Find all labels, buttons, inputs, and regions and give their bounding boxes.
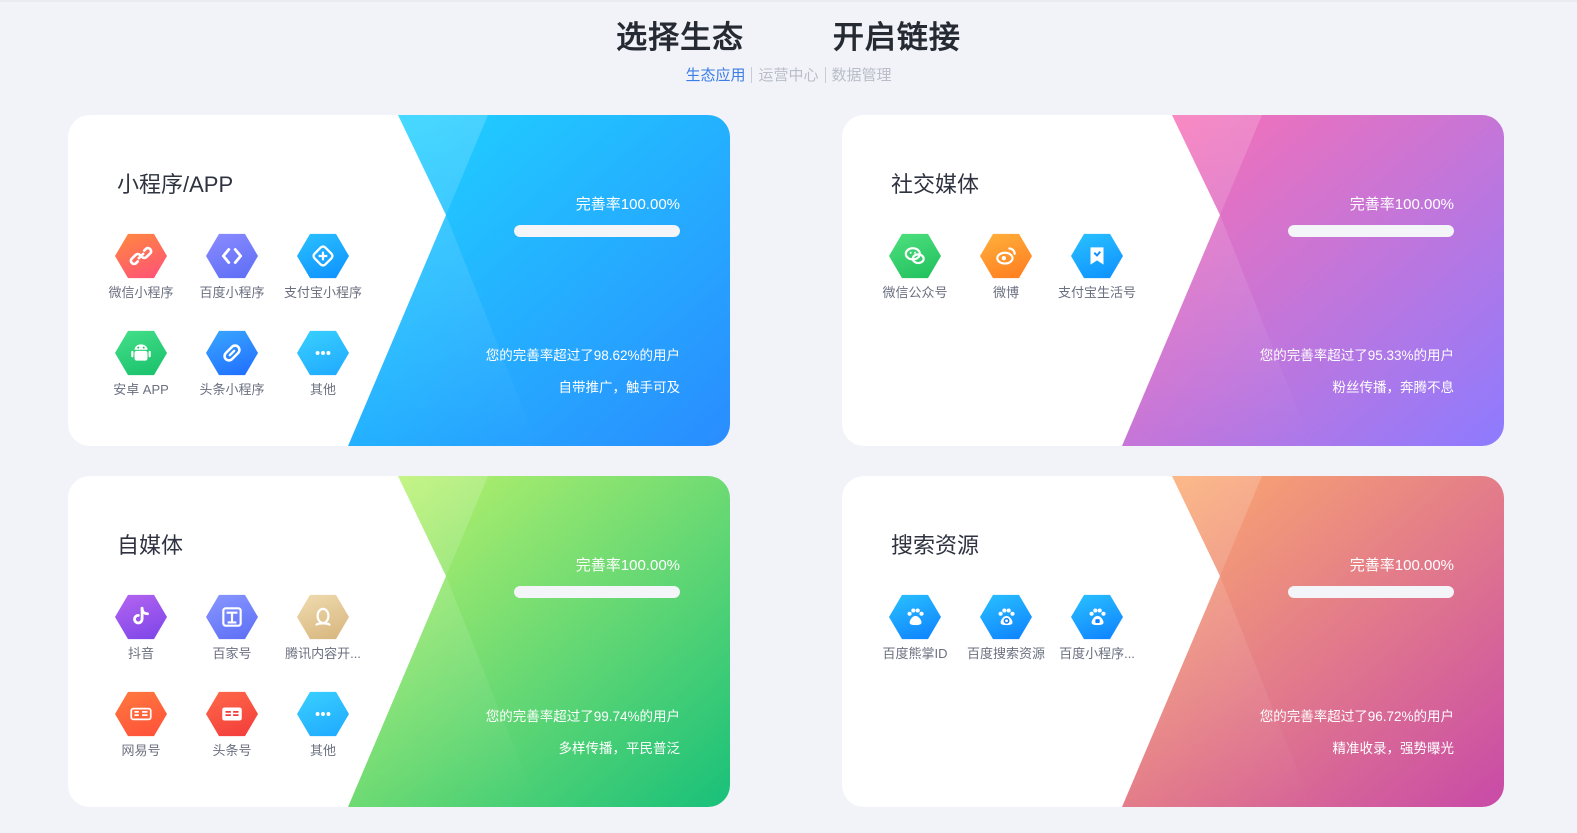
card-mini-program[interactable]: 小程序/APP 微信小程序 百度小程序 支付宝小程序安卓 APP 头条小程序 其他 完善率1… [68,115,730,446]
app-item[interactable]: 百度搜索资源 [962,594,1050,662]
app-item[interactable]: 网易号 [97,691,185,759]
completion-progress-bar [1288,586,1454,598]
progress-fill [514,225,680,237]
app-label: 支付宝生活号 [1057,285,1136,300]
more-icon [297,330,349,376]
app-label: 支付宝小程序 [283,285,362,300]
app-label: 微信小程序 [108,285,174,300]
app-label: 腾讯内容开... [285,646,361,661]
app-label: 网易号 [121,743,161,758]
penguin-icon [297,594,349,640]
card-self-media[interactable]: 自媒体抖音 百家号 腾讯内容开... 网易号 头条号 其他 完善率100.00% 您的完善率超… [68,476,730,807]
app-item[interactable]: 支付宝生活号 [1053,233,1141,301]
weibo-icon [980,233,1032,279]
completion-progress-bar [1288,225,1454,237]
app-item[interactable]: 头条小程序 [188,330,276,398]
app-label: 头条号 [212,743,252,758]
chain-icon [206,330,258,376]
app-item[interactable]: 抖音 [97,594,185,662]
netease-icon [115,691,167,737]
app-label: 头条小程序 [199,382,265,397]
card-search-resource[interactable]: 搜索资源百度熊掌ID 百度搜索资源 百度小程序... 完善率100.00% 您的完善率超… [842,476,1504,807]
progress-fill [514,586,680,598]
card-title: 自媒体 [117,533,184,558]
top-border [0,0,1577,2]
tiktok-icon [115,594,167,640]
app-label: 微信公众号 [882,285,948,300]
progress-fill [1288,586,1454,598]
paw-search-icon [980,594,1032,640]
app-item[interactable]: 百度小程序 [188,233,276,301]
completion-rate: 完善率100.00% [1349,196,1454,213]
link-icon [115,233,167,279]
baijia-icon [206,594,258,640]
toutiao-icon [206,691,258,737]
app-label: 百度小程序 [199,285,265,300]
completion-progress-bar [514,586,680,598]
app-item[interactable]: 微信小程序 [97,233,185,301]
app-item[interactable]: 百家号 [188,594,276,662]
app-item[interactable]: 微信公众号 [871,233,959,301]
card-title: 社交媒体 [891,172,980,197]
tab-0[interactable]: 生态应用 [679,66,751,86]
app-item[interactable]: 百度熊掌ID [871,594,959,662]
app-item[interactable]: 微博 [962,233,1050,301]
app-item[interactable]: 安卓 APP [97,330,185,398]
slogan-text: 粉丝传播，奔腾不息 [1332,380,1455,395]
code-icon [206,233,258,279]
completion-rate: 完善率100.00% [575,196,680,213]
wechat-icon [889,233,941,279]
app-label: 抖音 [127,646,154,661]
ranking-text: 您的完善率超过了96.72%的用户 [1259,709,1454,724]
app-label: 安卓 APP [113,382,169,397]
card-title: 小程序/APP [117,172,234,197]
app-item[interactable]: 腾讯内容开... [279,594,367,662]
app-label: 百度小程序... [1059,646,1135,661]
ranking-text: 您的完善率超过了99.74%的用户 [485,709,680,724]
card-title: 搜索资源 [891,533,980,558]
bookmark-icon [1071,233,1123,279]
slogan-text: 精准收录，强势曝光 [1332,741,1455,756]
ranking-text: 您的完善率超过了95.33%的用户 [1259,348,1454,363]
tab-1[interactable]: 运营中心 [752,66,824,86]
app-label: 百家号 [212,646,252,661]
app-item[interactable]: 其他 [279,330,367,398]
android-icon [115,330,167,376]
card-social-media[interactable]: 社交媒体微信公众号 微博 支付宝生活号 完善率100.00% 您的完善率超过了95.33… [842,115,1504,446]
page-title: 选择生态 开启链接 [616,20,961,55]
app-label: 百度熊掌ID [882,646,948,661]
app-label: 百度搜索资源 [966,646,1045,661]
progress-fill [1288,225,1454,237]
app-label: 其他 [309,382,336,397]
app-label: 其他 [309,743,336,758]
completion-rate: 完善率100.00% [1349,557,1454,574]
more-icon [297,691,349,737]
app-item[interactable]: 头条号 [188,691,276,759]
completion-progress-bar [514,225,680,237]
paw-icon [889,594,941,640]
slogan-text: 多样传播，平民普泛 [558,741,681,756]
tab-2[interactable]: 数据管理 [826,66,898,86]
ranking-text: 您的完善率超过了98.62%的用户 [485,348,680,363]
app-item[interactable]: 支付宝小程序 [279,233,367,301]
app-label: 微博 [992,285,1019,300]
completion-rate: 完善率100.00% [575,557,680,574]
app-item[interactable]: 百度小程序... [1053,594,1141,662]
cube-icon [297,233,349,279]
paw-app-icon [1071,594,1123,640]
app-item[interactable]: 其他 [279,691,367,759]
tab-bar: 生态应用 运营中心 数据管理 [0,66,1577,86]
slogan-text: 自带推广，触手可及 [558,380,681,395]
